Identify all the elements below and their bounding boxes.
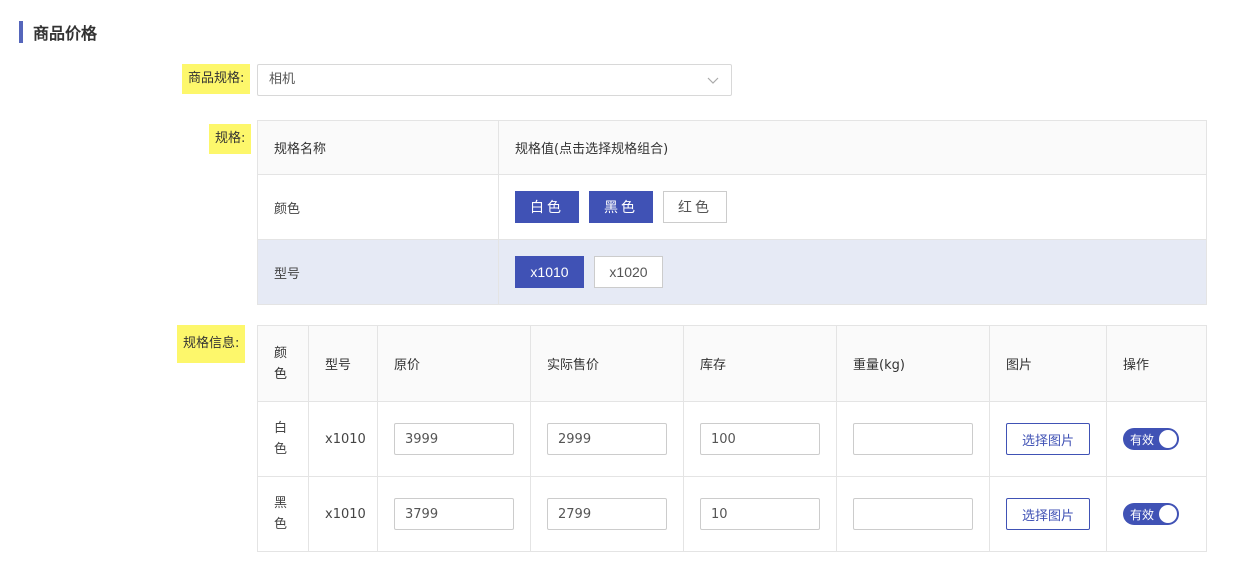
spec-option-red[interactable]: 红色 [663, 191, 727, 223]
toggle-knob [1159, 430, 1177, 448]
spec-row-values: 白色 黑色 红色 [498, 174, 1207, 240]
weight-input[interactable] [853, 498, 973, 530]
spec-row-name: 型号 [257, 239, 499, 305]
cell-color: 白色 [257, 401, 309, 477]
cell-action: 有效 [1106, 476, 1207, 552]
spec-select-label: 商品规格: [182, 64, 251, 94]
select-image-button[interactable]: 选择图片 [1006, 498, 1090, 530]
select-image-button[interactable]: 选择图片 [1006, 423, 1090, 455]
spec-select-value: 相机 [269, 72, 296, 87]
header-color: 颜色 [257, 325, 309, 402]
header-weight: 重量(kg) [836, 325, 990, 402]
chevron-down-icon [707, 77, 719, 84]
cell-stock [683, 401, 837, 477]
spec-option-x1020[interactable]: x1020 [594, 256, 663, 288]
spec-table-header: 规格名称 规格值(点击选择规格组合) [257, 120, 1207, 175]
cell-weight [836, 476, 990, 552]
header-stock: 库存 [683, 325, 837, 402]
section-title-bar [19, 21, 23, 43]
weight-input[interactable] [853, 423, 973, 455]
cell-stock [683, 476, 837, 552]
spec-row-color: 颜色 白色 黑色 红色 [257, 174, 1207, 240]
cell-image: 选择图片 [989, 476, 1107, 552]
status-toggle-label: 有效 [1130, 507, 1155, 522]
header-sale-price: 实际售价 [530, 325, 684, 402]
cell-model: x1010 [308, 476, 378, 552]
spec-option-x1010[interactable]: x1010 [515, 256, 584, 288]
table-row: 黑色 x1010 选择图片 有效 [257, 476, 1207, 552]
cell-original-price [377, 476, 531, 552]
section-title: 商品价格 [19, 20, 97, 44]
header-action: 操作 [1106, 325, 1207, 402]
spec-row-model: 型号 x1010 x1020 [257, 239, 1207, 305]
status-toggle[interactable]: 有效 [1123, 503, 1179, 525]
sale-price-input[interactable] [547, 423, 667, 455]
spec-row-name: 颜色 [257, 174, 499, 240]
original-price-input[interactable] [394, 423, 514, 455]
cell-weight [836, 401, 990, 477]
spec-select-dropdown[interactable]: 相机 [257, 64, 732, 96]
spec-header-name: 规格名称 [257, 120, 499, 175]
cell-action: 有效 [1106, 401, 1207, 477]
header-image: 图片 [989, 325, 1107, 402]
section-title-text: 商品价格 [33, 24, 98, 43]
status-toggle-label: 有效 [1130, 432, 1155, 447]
status-toggle[interactable]: 有效 [1123, 428, 1179, 450]
spec-info-table: 颜色 型号 原价 实际售价 库存 重量(kg) 图片 操作 白色 x1010 选… [257, 325, 1207, 552]
cell-original-price [377, 401, 531, 477]
table-row: 白色 x1010 选择图片 有效 [257, 401, 1207, 477]
spec-option-white[interactable]: 白色 [515, 191, 579, 223]
spec-option-black[interactable]: 黑色 [589, 191, 653, 223]
info-table-header: 颜色 型号 原价 实际售价 库存 重量(kg) 图片 操作 [257, 325, 1207, 402]
cell-model: x1010 [308, 401, 378, 477]
cell-color: 黑色 [257, 476, 309, 552]
spec-row-values: x1010 x1020 [498, 239, 1207, 305]
spec-table: 规格名称 规格值(点击选择规格组合) 颜色 白色 黑色 红色 型号 x1010 x10… [257, 120, 1207, 305]
cell-sale-price [530, 401, 684, 477]
cell-sale-price [530, 476, 684, 552]
stock-input[interactable] [700, 498, 820, 530]
toggle-knob [1159, 505, 1177, 523]
original-price-input[interactable] [394, 498, 514, 530]
stock-input[interactable] [700, 423, 820, 455]
cell-image: 选择图片 [989, 401, 1107, 477]
spec-label: 规格: [209, 124, 252, 154]
spec-header-values: 规格值(点击选择规格组合) [498, 120, 1207, 175]
header-original-price: 原价 [377, 325, 531, 402]
sale-price-input[interactable] [547, 498, 667, 530]
spec-info-label: 规格信息: [177, 325, 246, 363]
header-model: 型号 [308, 325, 378, 402]
